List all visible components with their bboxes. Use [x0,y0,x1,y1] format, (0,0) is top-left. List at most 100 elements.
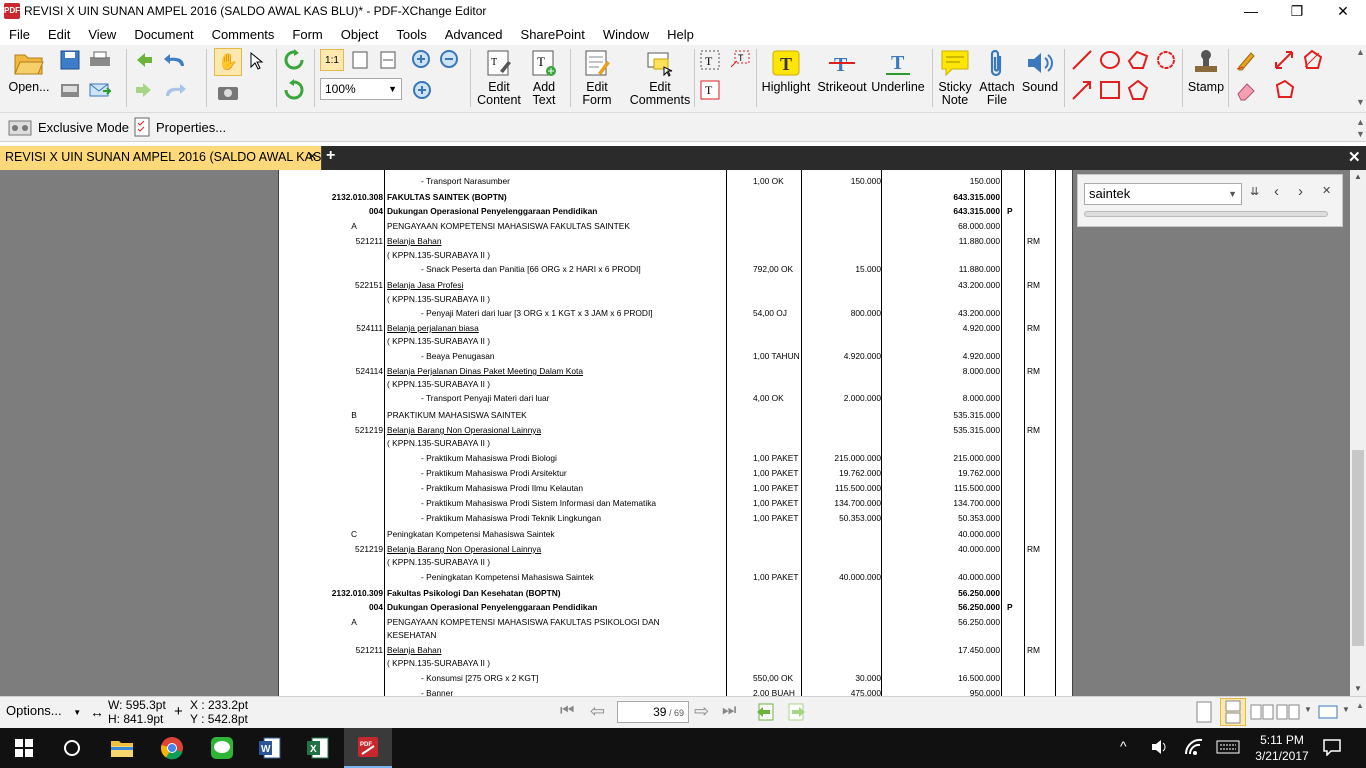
word-icon[interactable]: W [246,728,294,768]
cortana-search-icon[interactable] [48,728,96,768]
search-options-icon[interactable]: ⇊ [1250,185,1259,198]
chevron-down-icon[interactable]: ▼ [1228,184,1237,204]
toolbar2-scroll-down-icon[interactable]: ▼ [1356,129,1365,139]
edit-content-button[interactable]: T Edit Content [474,47,524,107]
menu-advanced[interactable]: Advanced [436,27,512,42]
system-clock[interactable]: 5:11 PM 3/21/2017 [1252,732,1312,764]
menu-window[interactable]: Window [594,27,658,42]
menu-file[interactable]: File [0,27,39,42]
toolbar2-scroll-up-icon[interactable]: ▲ [1356,117,1365,127]
options-button[interactable]: Options... ▼ [6,703,81,718]
new-tab-icon[interactable]: + [326,147,335,165]
polyline-icon[interactable] [1126,49,1150,71]
pencil-icon[interactable] [1234,49,1258,71]
eraser-icon[interactable] [1234,79,1258,101]
zoom-tool-icon[interactable] [410,79,434,101]
zoom-select[interactable]: 100% ▼ [320,78,402,100]
menu-sharepoint[interactable]: SharePoint [512,27,594,42]
scroll-down-icon[interactable]: ▼ [1354,684,1362,693]
pdf-xchange-taskbar-icon[interactable]: PDF [344,728,392,768]
chrome-icon[interactable] [148,728,196,768]
edit-comments-button[interactable]: Edit Comments [630,47,690,107]
scrollbar-thumb[interactable] [1352,450,1364,646]
hand-tool-icon[interactable]: ✋ [214,48,242,76]
previous-result-icon[interactable]: ‹ [1274,183,1279,200]
next-page-icon[interactable]: ⇨ [694,701,709,722]
volume-icon[interactable] [1150,738,1168,759]
email-icon[interactable] [88,79,112,101]
chevron-down-icon[interactable]: ▼ [1304,705,1312,714]
restore-button[interactable]: ❐ [1274,0,1320,22]
facing-pages-icon[interactable] [1250,703,1274,724]
undo-icon[interactable] [162,49,186,71]
document-tab[interactable]: REVISI X UIN SUNAN AMPEL 2016 (SALDO AWA… [0,146,322,170]
scan-icon[interactable] [58,79,82,101]
save-icon[interactable] [58,49,82,71]
select-tool-icon[interactable] [245,50,269,72]
excel-icon[interactable]: X [294,728,342,768]
menu-document[interactable]: Document [125,27,202,42]
menu-form[interactable]: Form [283,27,331,42]
rectangle-icon[interactable] [1098,79,1122,101]
keyboard-icon[interactable] [1216,740,1240,757]
menu-object[interactable]: Object [332,27,388,42]
notification-center-icon[interactable] [1322,738,1342,759]
network-icon[interactable] [1184,738,1204,759]
last-page-icon[interactable]: ⏭ [722,702,736,720]
zoom-in-icon[interactable] [410,49,434,71]
menu-edit[interactable]: Edit [39,27,79,42]
menu-view[interactable]: View [79,27,125,42]
toolbar-scroll-down-icon[interactable]: ▼ [1356,97,1365,107]
actual-size-icon[interactable]: 1:1 [320,49,344,71]
previous-page-icon[interactable]: ⇦ [590,701,605,722]
show-hidden-icons-icon[interactable]: ^ [1120,738,1127,754]
next-view-icon[interactable] [786,702,806,725]
minimize-button[interactable]: — [1228,0,1274,22]
snapshot-icon[interactable] [216,81,240,103]
fit-width-icon[interactable] [376,49,400,71]
cloud-icon[interactable] [1154,49,1178,71]
stamp-button[interactable]: Stamp [1186,47,1226,94]
previous-view-icon[interactable] [756,702,776,725]
first-page-icon[interactable]: ⏮ [560,702,574,720]
fit-page-icon[interactable] [348,49,372,71]
start-button[interactable] [0,728,48,768]
menu-help[interactable]: Help [658,27,703,42]
scroll-up-icon[interactable]: ▲ [1354,172,1362,181]
sound-button[interactable]: Sound [1020,47,1060,94]
continuous-page-icon[interactable] [1220,698,1246,726]
file-explorer-icon[interactable] [98,728,146,768]
measure-area-icon[interactable] [1300,49,1324,71]
toolbar-scroll-up-icon[interactable]: ▲ [1356,47,1365,57]
open-button[interactable]: Open... [6,47,52,94]
statusbar-scroll-icon[interactable]: ▲ [1356,701,1364,710]
callout-icon[interactable]: T [728,49,752,71]
menu-comments[interactable]: Comments [203,27,284,42]
vertical-scrollbar[interactable]: ▲ ▼ [1350,170,1366,696]
page-number-input[interactable]: 39 / 69 [617,701,689,723]
polygon-icon[interactable] [1126,79,1150,101]
underline-button[interactable]: T Underline [870,47,926,94]
measure-distance-icon[interactable] [1272,49,1296,71]
line-icon[interactable] [1070,49,1094,71]
menu-tools[interactable]: Tools [387,27,435,42]
typewriter-icon[interactable]: T [698,79,722,101]
oval-icon[interactable] [1098,49,1122,71]
arrow-icon[interactable] [1070,79,1094,101]
sticky-note-button[interactable]: Sticky Note [934,47,976,107]
continuous-facing-icon[interactable] [1276,703,1300,724]
back-view-icon[interactable] [132,49,156,71]
next-result-icon[interactable]: › [1298,183,1303,200]
close-window-button[interactable]: ✕ [1320,0,1366,22]
chevron-down-icon[interactable]: ▼ [1342,705,1350,714]
measure-perimeter-icon[interactable] [1272,79,1296,101]
attach-file-button[interactable]: Attach File [978,47,1016,107]
text-box-icon[interactable]: T [698,49,722,71]
forward-view-icon[interactable] [132,79,156,101]
close-tab-icon[interactable]: ✕ [308,146,317,168]
highlight-button[interactable]: T Highlight [758,47,814,94]
fullscreen-icon[interactable] [1318,703,1338,724]
print-icon[interactable] [88,49,112,71]
rotate-ccw-icon[interactable] [282,79,306,101]
rotate-cw-icon[interactable] [282,49,306,71]
